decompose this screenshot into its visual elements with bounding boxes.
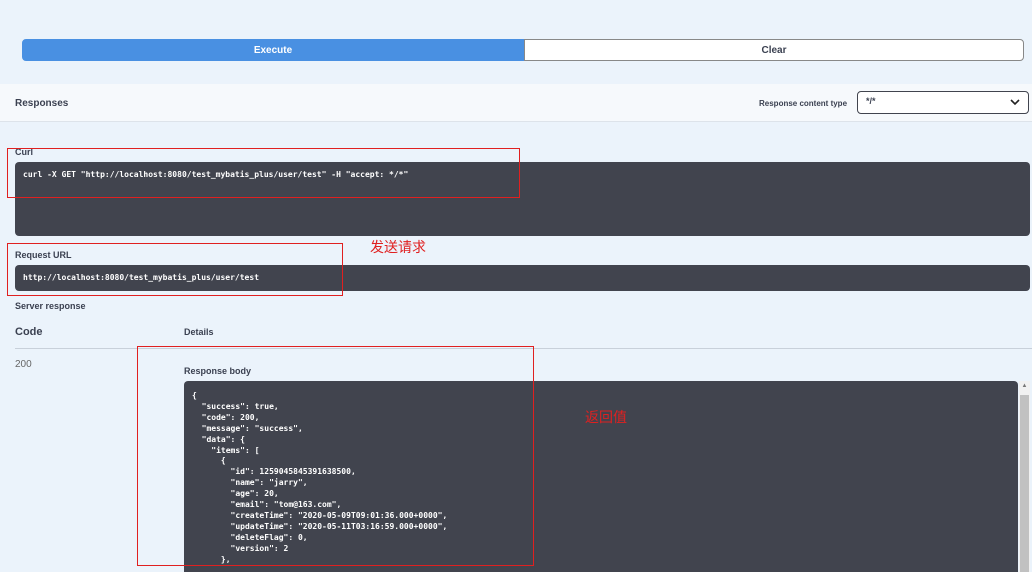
responses-title: Responses xyxy=(15,98,69,109)
annotation-send-request-text: 发送请求 xyxy=(370,240,426,256)
clear-button[interactable]: Clear xyxy=(524,39,1024,61)
response-content-type-select[interactable]: */* xyxy=(857,91,1029,114)
annotation-response-body-box xyxy=(137,346,534,566)
execute-button[interactable]: Execute xyxy=(22,39,524,61)
chevron-down-icon[interactable] xyxy=(1009,96,1021,108)
action-buttons: Execute Clear xyxy=(22,39,1024,61)
response-content-type-label: Response content type xyxy=(759,99,848,108)
scroll-up-arrow-icon[interactable]: ▲ xyxy=(1020,382,1029,391)
scrollbar-thumb[interactable] xyxy=(1020,395,1029,572)
annotation-return-value-text: 返回值 xyxy=(585,410,627,426)
code-column-header: Code xyxy=(15,326,43,338)
status-code: 200 xyxy=(15,359,32,370)
server-response-label: Server response xyxy=(15,301,86,311)
details-column-header: Details xyxy=(184,327,214,337)
annotation-curl-box xyxy=(7,148,520,198)
annotation-request-url-box xyxy=(7,243,343,296)
